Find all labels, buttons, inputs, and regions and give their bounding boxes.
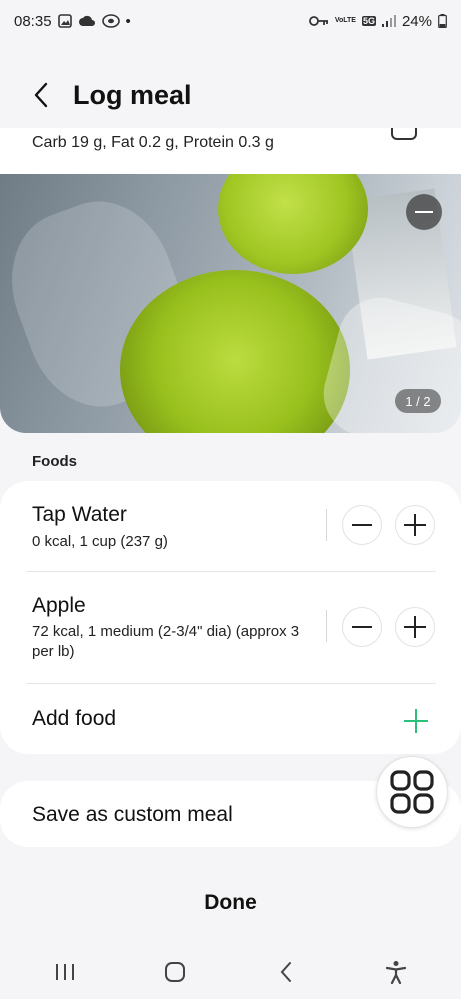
add-food-plus-icon[interactable]: [404, 709, 428, 733]
page-title: Log meal: [73, 79, 192, 110]
floating-apps-button[interactable]: [376, 756, 448, 828]
gallery-icon: [57, 14, 72, 28]
foods-card: Tap Water 0 kcal, 1 cup (237 g) Apple 72…: [0, 481, 461, 754]
row-divider: [26, 683, 436, 684]
grid-icon: [390, 770, 434, 814]
nav-back-button[interactable]: [256, 952, 316, 992]
foods-section-title: Foods: [32, 453, 77, 470]
plus-icon: [404, 514, 426, 536]
divider: [326, 610, 327, 642]
status-time: 08:35: [14, 12, 52, 30]
recent-apps-button[interactable]: [35, 952, 95, 992]
battery-icon: [438, 14, 447, 28]
done-button[interactable]: Done: [0, 882, 461, 924]
status-right: VoLTE 5G 24%: [308, 12, 447, 30]
status-bar: 08:35 • VoLTE 5G 24%: [0, 0, 461, 42]
photo-page-indicator: 1 / 2: [395, 389, 441, 413]
food-detail: 0 kcal, 1 cup (237 g): [32, 533, 168, 550]
battery-percent: 24%: [401, 12, 432, 30]
food-name: Tap Water: [32, 503, 127, 526]
status-left: 08:35 •: [14, 13, 131, 30]
minus-icon: [415, 211, 433, 213]
minus-icon: [352, 626, 372, 628]
food-detail: 72 kcal, 1 medium (2-3/4" dia) (approx 3…: [32, 623, 300, 660]
decrease-button[interactable]: [342, 505, 382, 545]
back-arrow-icon: [34, 82, 48, 108]
volte-label: VoLTE: [334, 17, 356, 24]
volte-icon: VoLTE: [335, 17, 356, 25]
accessibility-button[interactable]: [366, 952, 426, 992]
add-food-button[interactable]: Add food: [32, 707, 116, 731]
food-name: Apple: [32, 594, 86, 617]
photo-detail: [218, 174, 368, 274]
accessibility-icon: [385, 960, 406, 984]
home-button[interactable]: [145, 952, 205, 992]
increase-button[interactable]: [395, 607, 435, 647]
network-5g-icon: 5G: [361, 16, 376, 26]
remove-photo-button[interactable]: [406, 194, 442, 230]
system-nav-bar: [0, 944, 461, 999]
back-button[interactable]: [26, 75, 56, 115]
divider: [326, 509, 327, 541]
decrease-button[interactable]: [342, 607, 382, 647]
status-dot: •: [125, 12, 131, 30]
meal-photo[interactable]: [0, 174, 461, 433]
food-item-tap-water[interactable]: Tap Water 0 kcal, 1 cup (237 g): [0, 481, 461, 571]
increase-button[interactable]: [395, 505, 435, 545]
sync-icon: [101, 14, 120, 28]
back-icon: [280, 961, 291, 982]
recent-apps-icon: [56, 963, 75, 980]
app-header: Log meal: [0, 62, 461, 128]
home-icon: [165, 961, 186, 982]
save-custom-meal-label: Save as custom meal: [32, 803, 233, 826]
nutrient-summary: Carb 19 g, Fat 0.2 g, Protein 0.3 g: [32, 134, 274, 151]
food-item-apple[interactable]: Apple 72 kcal, 1 medium (2-3/4" dia) (ap…: [0, 572, 461, 683]
signal-icon: [381, 15, 396, 27]
key-icon: [308, 15, 329, 27]
minus-icon: [352, 524, 372, 526]
edit-icon[interactable]: [391, 128, 417, 140]
cloud-icon: [78, 15, 96, 27]
network-label: 5G: [361, 16, 376, 26]
nutrient-summary-card: Carb 19 g, Fat 0.2 g, Protein 0.3 g: [0, 128, 461, 176]
plus-icon: [404, 616, 426, 638]
